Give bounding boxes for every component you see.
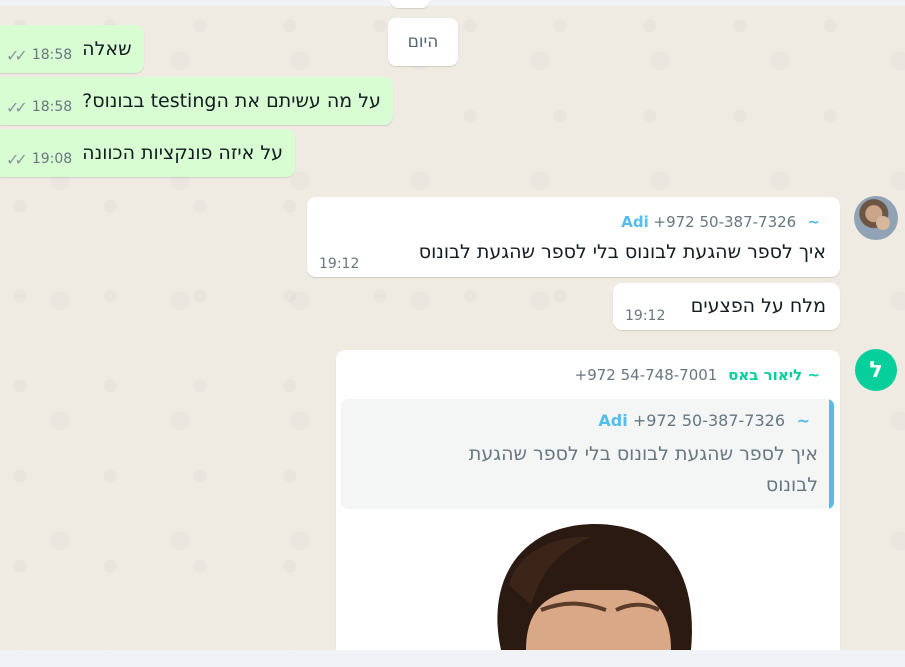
message-text: איך לספר שהגעת לבונוס בלי לספר שהגעת לבו…	[418, 241, 826, 263]
outgoing-message[interactable]: ✓✓ 19:08 על איזה פונקציות הכוונה	[0, 129, 296, 177]
message-text: על מה עשיתם את הtesting בבונוס?	[82, 90, 381, 112]
sender-line: ~ Adi +972 50-387-7326	[621, 213, 820, 231]
avatar-lior[interactable]: ל	[855, 349, 897, 391]
message-meta: ✓✓ 18:58	[6, 98, 72, 117]
incoming-message[interactable]: מלח על הפצעים 19:12	[613, 283, 840, 330]
message-text: מלח על הפצעים	[690, 295, 826, 317]
previous-message-stub	[390, 0, 430, 8]
message-time: 19:08	[31, 151, 73, 167]
message-time: 19:12	[625, 308, 666, 324]
quoted-text: איך לספר שהגעת לבונוס בלי לספר שהגעת לבו…	[468, 443, 818, 496]
person-photo	[497, 523, 692, 650]
message-time: 18:58	[31, 99, 73, 115]
message-time: 19:12	[319, 256, 360, 272]
sender-phone[interactable]: +972 54-748-7001	[575, 366, 718, 384]
quoted-sender-line: ~ Adi +972 50-387-7326	[598, 411, 810, 430]
double-check-icon: ✓✓	[6, 45, 28, 65]
double-check-icon: ✓✓	[6, 97, 28, 117]
sticker-image[interactable]	[341, 515, 834, 650]
message-text: שאלה	[82, 38, 132, 60]
quote-bar	[829, 399, 834, 509]
sender-line: ~ ליאור באס +972 54-748-7001	[575, 366, 820, 384]
sender-phone[interactable]: +972 50-387-7326	[654, 213, 797, 231]
double-check-icon: ✓✓	[6, 149, 28, 169]
incoming-message[interactable]: ~ Adi +972 50-387-7326 איך לספר שהגעת לב…	[307, 197, 840, 277]
sender-name[interactable]: ~ ליאור באס	[728, 366, 820, 384]
message-meta: ✓✓ 19:08	[6, 150, 72, 169]
quoted-message[interactable]: ~ Adi +972 50-387-7326 איך לספר שהגעת לב…	[341, 399, 834, 509]
avatar-adi[interactable]	[854, 196, 898, 240]
message-time: 18:58	[31, 47, 73, 63]
date-divider: היום	[388, 18, 458, 66]
quoted-sender-phone: +972 50-387-7326	[632, 411, 786, 430]
message-meta: ✓✓ 18:58	[6, 46, 72, 65]
outgoing-message[interactable]: ✓✓ 18:58 שאלה	[0, 25, 144, 73]
bottom-strip	[0, 650, 905, 667]
message-text: על איזה פונקציות הכוונה	[82, 142, 284, 164]
outgoing-message[interactable]: ✓✓ 18:58 על מה עשיתם את הtesting בבונוס?	[0, 77, 393, 125]
